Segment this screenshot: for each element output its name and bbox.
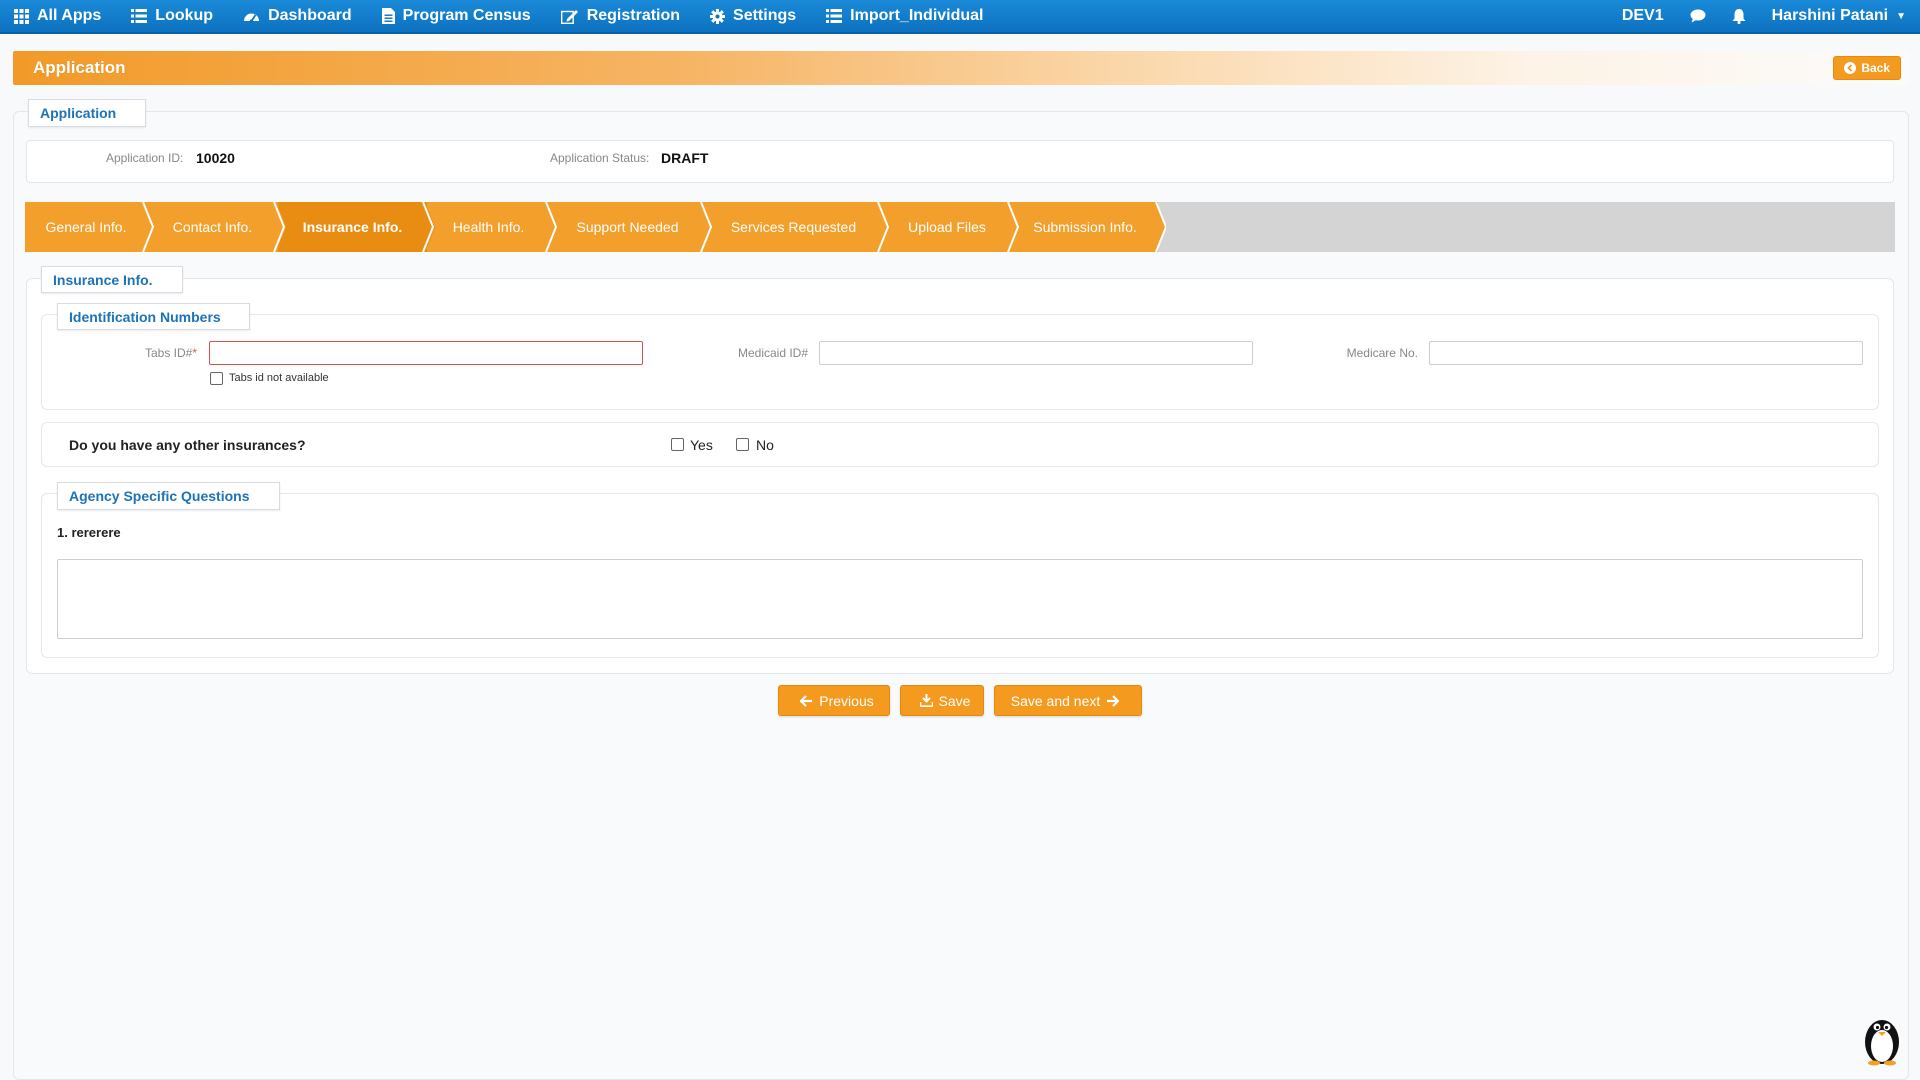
- step-contact-info[interactable]: Contact Info.: [147, 202, 278, 252]
- step-services-requested[interactable]: Services Requested: [705, 202, 882, 252]
- save-button[interactable]: Save: [900, 685, 984, 716]
- insurance-section-label: Insurance Info.: [53, 271, 153, 288]
- page-title: Application: [33, 58, 126, 77]
- nav-dashboard-label: Dashboard: [268, 7, 352, 24]
- step-general-info[interactable]: General Info.: [25, 202, 147, 252]
- tabs-not-available-checkbox[interactable]: [210, 372, 223, 385]
- other-insurances-yes-label: Yes: [690, 437, 713, 453]
- file-icon: [381, 8, 395, 24]
- previous-button[interactable]: Previous: [778, 685, 890, 716]
- nav-registration-label: Registration: [586, 7, 681, 24]
- application-section-legend: Application: [28, 99, 146, 127]
- environment-badge: DEV1: [1621, 7, 1664, 24]
- nav-registration[interactable]: Registration: [560, 0, 681, 32]
- required-marker: *: [192, 346, 197, 360]
- grid-icon: [14, 8, 29, 24]
- nav-settings-label: Settings: [733, 7, 797, 24]
- agency-answer-1-textarea[interactable]: [57, 559, 1863, 639]
- arrow-right-icon: [1107, 694, 1120, 707]
- agency-question-1: 1. rererere: [57, 525, 121, 540]
- application-id-label: Application ID:: [106, 151, 184, 165]
- arrow-left-icon: [800, 694, 813, 707]
- tabs-id-label-text: Tabs ID#: [144, 346, 193, 360]
- step-insurance-info[interactable]: Insurance Info.: [278, 202, 427, 252]
- save-button-label: Save: [938, 692, 971, 709]
- penguin-mascot-icon[interactable]: [1860, 1012, 1904, 1066]
- nav-menu: All Apps Lookup Dashboard Program Census…: [0, 0, 1014, 32]
- page-header: Application Back: [13, 51, 1909, 85]
- application-status-label: Application Status:: [550, 151, 650, 165]
- list-icon: [826, 9, 843, 23]
- nav-all-apps[interactable]: All Apps: [14, 0, 101, 32]
- chat-icon: [1690, 9, 1706, 23]
- agency-questions-label: Agency Specific Questions: [69, 488, 250, 504]
- medicare-no-label: Medicare No.: [1346, 346, 1418, 360]
- caret-down-icon: ▼: [1896, 10, 1906, 22]
- nav-all-apps-label: All Apps: [37, 7, 102, 24]
- step-support-needed[interactable]: Support Needed: [550, 202, 705, 252]
- back-button-label: Back: [1861, 61, 1890, 75]
- step-upload-files[interactable]: Upload Files: [882, 202, 1012, 252]
- other-insurances-yes-checkbox[interactable]: [671, 438, 684, 451]
- user-menu[interactable]: Harshini Patani ▼: [1772, 7, 1906, 25]
- application-section-label: Application: [40, 105, 117, 121]
- nav-program-census[interactable]: Program Census: [381, 0, 531, 32]
- application-id-value: 10020: [196, 150, 235, 166]
- medicare-no-input[interactable]: [1429, 341, 1863, 365]
- back-arrow-icon: [1844, 62, 1857, 74]
- nav-lookup[interactable]: Lookup: [131, 0, 213, 32]
- step-submission-info[interactable]: Submission Info.: [1012, 202, 1158, 252]
- chat-button[interactable]: [1690, 9, 1706, 23]
- agency-questions-legend: Agency Specific Questions: [57, 482, 280, 510]
- nav-dashboard[interactable]: Dashboard: [243, 0, 352, 32]
- gear-icon: [710, 8, 726, 24]
- medicaid-id-label: Medicaid ID#: [737, 346, 808, 360]
- edit-icon: [560, 9, 578, 24]
- medicaid-id-input[interactable]: [819, 341, 1253, 365]
- nav-settings[interactable]: Settings: [710, 0, 796, 32]
- other-insurances-box: [41, 422, 1879, 467]
- step-services-requested-label: Services Requested: [730, 219, 857, 235]
- identification-numbers-legend: Identification Numbers: [57, 303, 250, 330]
- step-health-info-label: Health Info.: [452, 219, 525, 235]
- nav-lookup-label: Lookup: [155, 7, 214, 24]
- nav-import-individual-label: Import_Individual: [850, 7, 984, 24]
- application-info-box: [26, 140, 1894, 183]
- tabs-not-available-label: Tabs id not available: [229, 372, 329, 384]
- step-contact-info-label: Contact Info.: [172, 219, 253, 235]
- save-and-next-button-label: Save and next: [1010, 692, 1101, 709]
- top-navbar: All Apps Lookup Dashboard Program Census…: [0, 0, 1920, 34]
- notifications-button[interactable]: [1732, 8, 1746, 24]
- nav-right-area: DEV1 Harshini Patani ▼: [1622, 0, 1920, 32]
- other-insurances-no-label: No: [756, 437, 774, 453]
- step-insurance-info-label: Insurance Info.: [302, 219, 403, 235]
- step-upload-files-label: Upload Files: [908, 219, 986, 235]
- step-wizard: General Info. Contact Info. Insurance In…: [25, 202, 1895, 252]
- insurance-section-legend: Insurance Info.: [41, 266, 183, 293]
- dashboard-icon: [244, 13, 260, 23]
- list-icon: [131, 9, 148, 23]
- bell-icon: [1732, 9, 1746, 24]
- step-support-needed-label: Support Needed: [576, 219, 679, 235]
- download-icon: [919, 694, 933, 707]
- user-name: Harshini Patani: [1771, 7, 1889, 24]
- save-and-next-button[interactable]: Save and next: [994, 685, 1142, 716]
- back-button[interactable]: Back: [1833, 56, 1901, 80]
- other-insurances-no-checkbox[interactable]: [736, 438, 749, 451]
- application-status-value: DRAFT: [661, 150, 709, 166]
- identification-numbers-label: Identification Numbers: [69, 308, 221, 325]
- other-insurances-question: Do you have any other insurances?: [69, 437, 306, 453]
- step-health-info[interactable]: Health Info.: [427, 202, 550, 252]
- nav-program-census-label: Program Census: [402, 7, 531, 24]
- previous-button-label: Previous: [819, 692, 874, 709]
- step-submission-info-label: Submission Info.: [1033, 219, 1137, 235]
- tabs-id-label: Tabs ID#*: [100, 346, 197, 360]
- nav-import-individual[interactable]: Import_Individual: [826, 0, 984, 32]
- step-general-info-label: General Info.: [45, 219, 127, 235]
- tabs-id-input[interactable]: [209, 341, 643, 365]
